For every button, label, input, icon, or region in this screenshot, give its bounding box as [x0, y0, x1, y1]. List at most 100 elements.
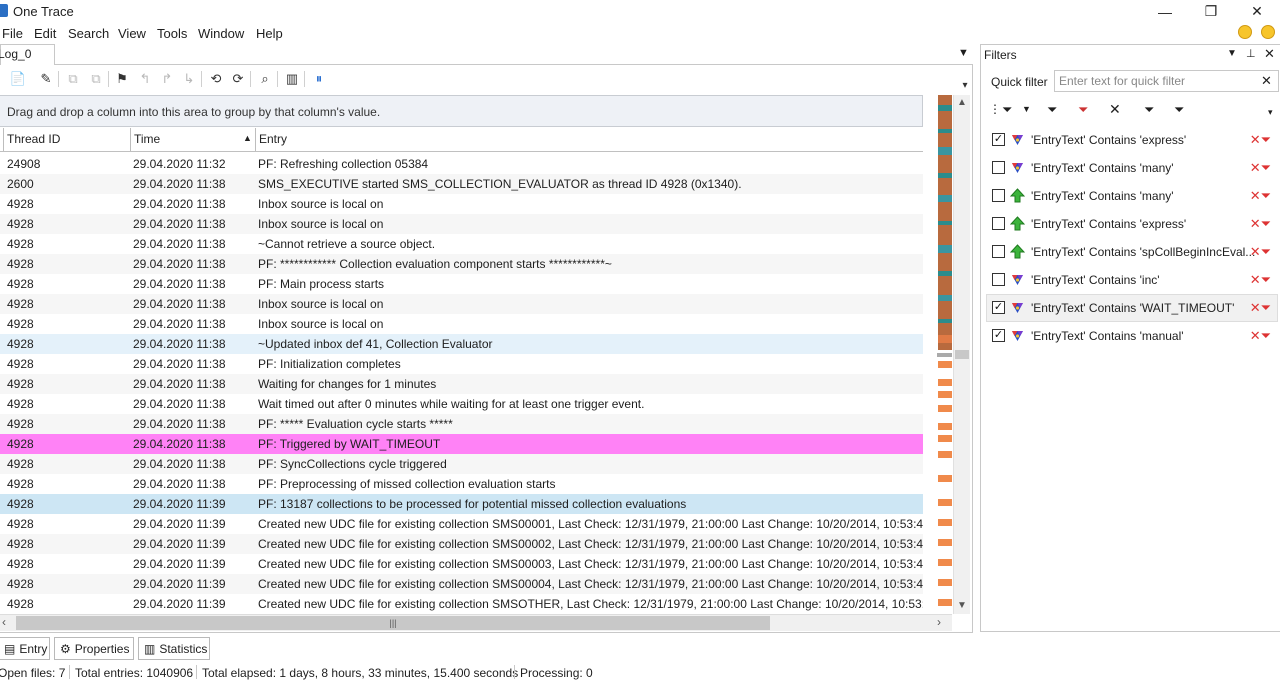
minimize-button[interactable]: —: [1142, 0, 1188, 23]
panel-close-icon[interactable]: ✕: [1264, 46, 1275, 62]
menu-tools[interactable]: Tools: [157, 26, 187, 41]
filter-item[interactable]: 'EntryText' Contains 'many' ✕⏷: [987, 155, 1277, 181]
table-row[interactable]: 4928 29.04.2020 11:39 Created new UDC file…: [0, 534, 923, 554]
table-row[interactable]: 4928 29.04.2020 11:39 Created new UDC file…: [0, 594, 923, 614]
tab-log[interactable]: Log_0: [0, 44, 55, 65]
remove-filter-item-icon[interactable]: ✕⏷: [1250, 295, 1271, 321]
toolbar-overflow-icon[interactable]: ▾: [955, 74, 975, 96]
filters-overflow-icon[interactable]: ▾: [1268, 107, 1273, 118]
table-row[interactable]: 2600 29.04.2020 11:38 SMS_EXECUTIVE starte…: [0, 174, 923, 194]
remove-filter-item-icon[interactable]: ✕⏷: [1250, 323, 1271, 349]
table-row[interactable]: 4928 29.04.2020 11:38 ~Cannot retrieve a s…: [0, 234, 923, 254]
filter-item[interactable]: 'EntryText' Contains 'many' ✕⏷: [987, 183, 1277, 209]
scroll-right-icon[interactable]: ›: [937, 615, 951, 631]
tab-entry[interactable]: ▤ Entry: [0, 637, 50, 660]
pin-icon[interactable]: ⊥: [1246, 47, 1256, 60]
table-row[interactable]: 4928 29.04.2020 11:38 Inbox source is loca…: [0, 314, 923, 334]
column-thread-id[interactable]: Thread ID: [3, 128, 130, 151]
copy-all-icon[interactable]: ⧉: [86, 68, 106, 90]
quick-filter-input[interactable]: Enter text for quick filter: [1054, 70, 1279, 92]
table-row[interactable]: 4928 29.04.2020 11:39 PF: 13187 collection…: [0, 494, 923, 514]
filter-up-icon[interactable]: ⏷: [1144, 102, 1154, 118]
filter-item[interactable]: 'EntryText' Contains 'spCollBeginIncEval…: [987, 239, 1277, 265]
add-filter-icon[interactable]: ⏷: [1002, 102, 1012, 118]
menu-search[interactable]: Search: [68, 26, 109, 41]
filter-down-icon[interactable]: ⏷: [1174, 102, 1184, 118]
edit-icon[interactable]: ✎: [36, 68, 56, 90]
prev-bookmark-icon[interactable]: ↰: [135, 68, 155, 90]
remove-filter-item-icon[interactable]: ✕⏷: [1250, 127, 1271, 153]
add-filter-dropdown-icon[interactable]: ▼: [1022, 104, 1031, 114]
table-row[interactable]: 4928 29.04.2020 11:38 ~Updated inbox def 4…: [0, 334, 923, 354]
filter-checkbox[interactable]: [992, 189, 1005, 202]
find-icon[interactable]: ⌕: [255, 68, 275, 90]
menu-view[interactable]: View: [118, 26, 146, 41]
filter-item[interactable]: 'EntryText' Contains 'inc' ✕⏷: [987, 267, 1277, 293]
add-log-icon[interactable]: 📄: [8, 68, 28, 90]
table-row[interactable]: 4928 29.04.2020 11:38 Inbox source is loca…: [0, 194, 923, 214]
horizontal-scrollbar[interactable]: ‹ ||| ›: [0, 614, 952, 631]
menu-edit[interactable]: Edit: [34, 26, 56, 41]
scroll-down-icon[interactable]: ▼: [954, 598, 970, 614]
scroll-up-icon[interactable]: ▲: [954, 95, 970, 111]
panel-menu-icon[interactable]: ▼: [1227, 48, 1237, 59]
remove-filter-item-icon[interactable]: ✕⏷: [1250, 155, 1271, 181]
smile-feedback-icon[interactable]: [1238, 25, 1252, 39]
filter-checkbox[interactable]: ✓: [992, 301, 1005, 314]
goto-prev-icon[interactable]: ⟲: [206, 68, 226, 90]
menu-help[interactable]: Help: [256, 26, 283, 41]
filter-checkbox[interactable]: [992, 273, 1005, 286]
table-row[interactable]: 4928 29.04.2020 11:38 PF: SyncCollections …: [0, 454, 923, 474]
log-minimap[interactable]: [937, 95, 952, 614]
group-by-area[interactable]: Drag and drop a column into this area to…: [0, 95, 923, 127]
table-row[interactable]: 4928 29.04.2020 11:38 PF: ************ Col…: [0, 254, 923, 274]
remove-filter-item-icon[interactable]: ✕⏷: [1250, 239, 1271, 265]
copy-icon[interactable]: ⧉: [63, 68, 83, 90]
table-row[interactable]: 4928 29.04.2020 11:39 Created new UDC file…: [0, 574, 923, 594]
pause-icon[interactable]: ⏸: [309, 68, 329, 90]
filter-highlight-icon[interactable]: ⏷: [1047, 102, 1057, 118]
menu-window[interactable]: Window: [198, 26, 244, 41]
table-row[interactable]: 4928 29.04.2020 11:38 PF: Main process sta…: [0, 274, 923, 294]
goto-next-icon[interactable]: ⟳: [228, 68, 248, 90]
table-row[interactable]: 4928 29.04.2020 11:38 PF: Triggered by WAI…: [0, 434, 923, 454]
table-row[interactable]: 4928 29.04.2020 11:38 Waiting for changes …: [0, 374, 923, 394]
scroll-left-icon[interactable]: ‹: [2, 615, 16, 631]
filter-checkbox[interactable]: ✓: [992, 329, 1005, 342]
filter-checkbox[interactable]: [992, 161, 1005, 174]
remove-filter-item-icon[interactable]: ✕⏷: [1250, 211, 1271, 237]
frown-feedback-icon[interactable]: [1261, 25, 1275, 39]
table-row[interactable]: 4928 29.04.2020 11:38 PF: Initialization c…: [0, 354, 923, 374]
table-row[interactable]: 4928 29.04.2020 11:39 Created new UDC file…: [0, 554, 923, 574]
vertical-scroll-thumb[interactable]: [955, 350, 969, 359]
tab-list-icon[interactable]: ▼: [958, 47, 969, 59]
table-row[interactable]: 24908 29.04.2020 11:32 PF: Refreshing coll…: [0, 154, 923, 174]
table-row[interactable]: 4928 29.04.2020 11:38 Inbox source is loca…: [0, 294, 923, 314]
table-row[interactable]: 4928 29.04.2020 11:38 Inbox source is loca…: [0, 214, 923, 234]
table-row[interactable]: 4928 29.04.2020 11:38 PF: ***** Evaluation…: [0, 414, 923, 434]
column-entry[interactable]: Entry: [255, 128, 923, 151]
table-row[interactable]: 4928 29.04.2020 11:38 Wait timed out after…: [0, 394, 923, 414]
filter-item[interactable]: ✓ 'EntryText' Contains 'WAIT_TIMEOUT' ✕⏷: [986, 294, 1278, 322]
column-time[interactable]: Time ▲: [130, 128, 255, 151]
table-row[interactable]: 4928 29.04.2020 11:38 PF: Preprocessing of…: [0, 474, 923, 494]
filter-item[interactable]: ✓ 'EntryText' Contains 'express' ✕⏷: [987, 127, 1277, 153]
maximize-button[interactable]: ❐: [1188, 0, 1234, 23]
filter-item[interactable]: 'EntryText' Contains 'express' ✕⏷: [987, 211, 1277, 237]
remove-filter-icon[interactable]: ⏷: [1078, 102, 1088, 118]
horizontal-scroll-thumb[interactable]: |||: [16, 616, 770, 630]
next-bookmark-icon[interactable]: ↱: [157, 68, 177, 90]
remove-filter-item-icon[interactable]: ✕⏷: [1250, 183, 1271, 209]
vertical-scrollbar[interactable]: ▲ ▼: [953, 95, 970, 614]
close-button[interactable]: ✕: [1234, 0, 1280, 23]
filter-checkbox[interactable]: [992, 245, 1005, 258]
tab-properties[interactable]: ⚙ Properties: [54, 637, 134, 660]
remove-filter-item-icon[interactable]: ✕⏷: [1250, 267, 1271, 293]
clear-bookmarks-icon[interactable]: ↳: [179, 68, 199, 90]
table-row[interactable]: 4928 29.04.2020 11:39 Created new UDC file…: [0, 514, 923, 534]
clear-quick-filter-icon[interactable]: ✕: [1261, 73, 1272, 89]
clear-filters-icon[interactable]: ✕: [1109, 101, 1121, 118]
menu-file[interactable]: File: [2, 26, 23, 41]
filter-item[interactable]: ✓ 'EntryText' Contains 'manual' ✕⏷: [987, 323, 1277, 349]
tab-statistics[interactable]: ▥ Statistics: [138, 637, 210, 660]
